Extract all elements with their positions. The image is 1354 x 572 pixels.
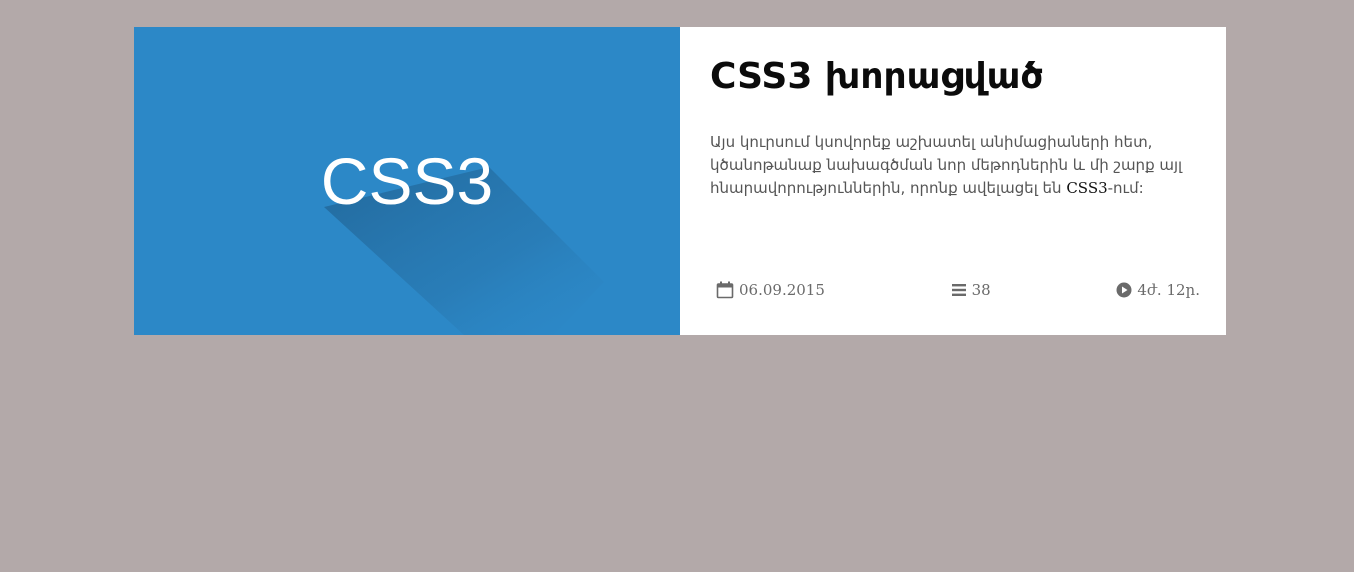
- date-value: 06.09.2015: [739, 281, 825, 299]
- play-circle-icon: [1116, 282, 1132, 298]
- course-title[interactable]: CSS3 խորացված: [710, 55, 1200, 99]
- meta-date: 06.09.2015: [716, 281, 825, 299]
- course-info: CSS3 խորացված Այս կուրսում կսովորեք աշխա…: [680, 27, 1230, 335]
- list-icon: [951, 284, 966, 296]
- description-suffix: -ում:: [1107, 179, 1144, 197]
- course-meta: 06.09.2015 38 4ժ. 12ր.: [716, 281, 1200, 299]
- css3-thumbnail-graphic: CSS3: [321, 144, 604, 335]
- thumbnail-label: CSS3: [321, 144, 493, 218]
- description-css3: CSS3: [1066, 179, 1108, 197]
- lessons-count: 38: [971, 281, 991, 299]
- meta-lessons: 38: [951, 281, 991, 299]
- course-card[interactable]: CSS3 CSS3 խորացված Այս կուրսում կսովորեք…: [134, 27, 1226, 335]
- duration-value: 4ժ. 12ր.: [1137, 281, 1200, 299]
- meta-duration: 4ժ. 12ր.: [1116, 281, 1200, 299]
- course-thumbnail[interactable]: CSS3: [134, 27, 680, 335]
- calendar-icon: [716, 281, 734, 299]
- course-description: Այս կուրսում կսովորեք աշխատել անիմացիանե…: [710, 131, 1200, 200]
